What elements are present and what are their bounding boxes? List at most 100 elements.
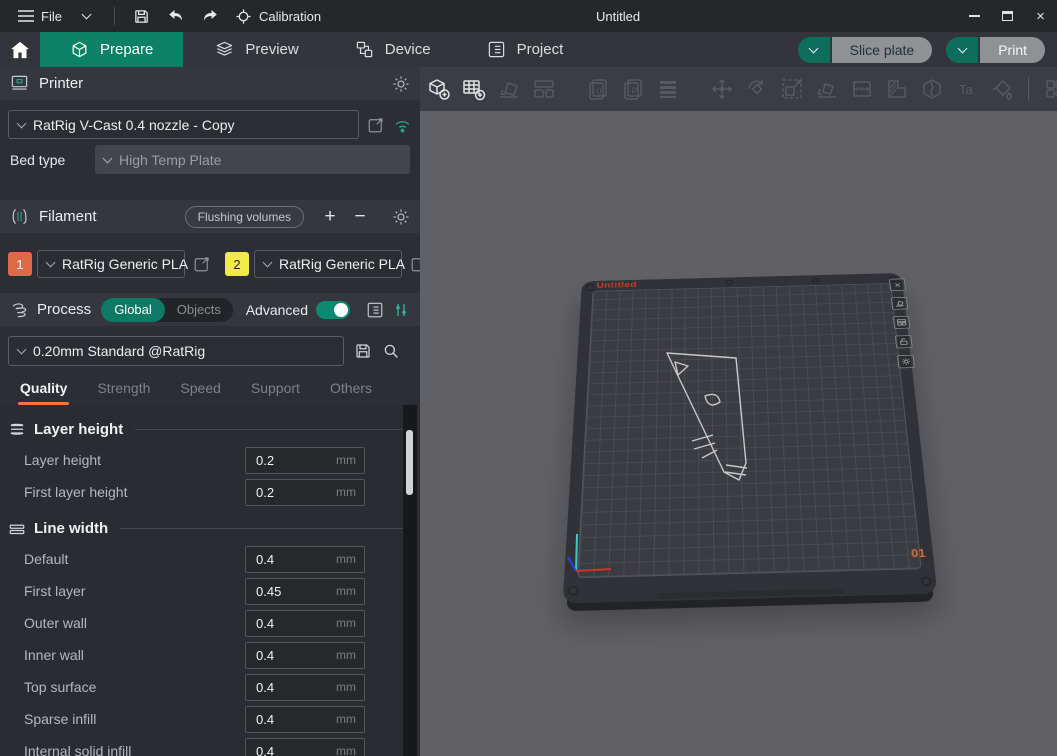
- param-input[interactable]: 0.2 mm: [245, 479, 365, 506]
- scope-objects-button[interactable]: Objects: [165, 302, 233, 317]
- scene-3d[interactable]: Untitled 01 ×: [420, 111, 1057, 756]
- paint-support-icon[interactable]: [884, 76, 910, 102]
- print-button[interactable]: Print: [980, 37, 1045, 63]
- save-button[interactable]: [125, 0, 159, 32]
- text-tool-icon[interactable]: Ta: [954, 76, 980, 102]
- arrange-icon[interactable]: [531, 76, 557, 102]
- add-object-icon[interactable]: [426, 76, 452, 102]
- param-input[interactable]: 0.2 mm: [245, 447, 365, 474]
- filament-2-select[interactable]: RatRig Generic PLA: [254, 250, 402, 278]
- lock-plate-icon[interactable]: [895, 335, 913, 348]
- home-button[interactable]: [0, 32, 40, 67]
- file-menu-button[interactable]: File: [10, 0, 70, 32]
- process-preset-select[interactable]: 0.20mm Standard @RatRig: [8, 336, 344, 366]
- edit-filament-1-icon[interactable]: [193, 255, 211, 273]
- settings-sidebar: Printer RatRig V-Cast 0.4 nozzle - Copy: [0, 67, 420, 756]
- close-button[interactable]: ×: [1024, 0, 1057, 32]
- params-scrollbar[interactable]: [403, 405, 417, 756]
- file-menu-dropdown[interactable]: [70, 0, 104, 32]
- param-input[interactable]: 0.4 mm: [245, 642, 365, 669]
- svg-text:Ta: Ta: [959, 82, 974, 97]
- build-plate-surface[interactable]: Untitled 01 ×: [563, 273, 938, 604]
- param-row: First layer height 0.2 mm: [0, 478, 420, 506]
- printer-settings-gear-icon[interactable]: [392, 75, 410, 93]
- calibration-label: Calibration: [259, 9, 321, 24]
- param-input[interactable]: 0.4 mm: [245, 674, 365, 701]
- slice-plate-button[interactable]: Slice plate: [832, 37, 933, 63]
- tab-others[interactable]: Others: [330, 380, 372, 405]
- tab-quality[interactable]: Quality: [20, 380, 67, 405]
- param-input[interactable]: 0.4 mm: [245, 706, 365, 733]
- auto-orient-icon[interactable]: [496, 76, 522, 102]
- param-unit: mm: [336, 712, 356, 726]
- tab-device[interactable]: Device: [331, 32, 455, 67]
- slice-dropdown-button[interactable]: [798, 37, 830, 63]
- print-dropdown-button[interactable]: [946, 37, 978, 63]
- filament-section-title: Filament: [39, 208, 97, 225]
- arrange-plate-icon[interactable]: [893, 316, 911, 329]
- edit-filament-2-icon[interactable]: [410, 255, 420, 273]
- scale-tool-icon[interactable]: [779, 76, 805, 102]
- filament-2-value: RatRig Generic PLA: [279, 256, 405, 272]
- split-to-parts-icon[interactable]: P: [620, 76, 646, 102]
- auto-orient-plate-icon[interactable]: [891, 297, 908, 310]
- param-unit: mm: [336, 584, 356, 598]
- svg-text:P: P: [632, 86, 638, 96]
- filament-1-select[interactable]: RatRig Generic PLA: [37, 250, 185, 278]
- minimize-button[interactable]: [958, 0, 991, 32]
- redo-button[interactable]: [193, 0, 227, 32]
- param-row: Inner wall 0.4 mm: [0, 641, 420, 669]
- split-to-objects-icon[interactable]: 0: [585, 76, 611, 102]
- tab-strength[interactable]: Strength: [97, 380, 150, 405]
- filament-1-swatch[interactable]: 1: [8, 252, 32, 276]
- filament-2-swatch[interactable]: 2: [225, 252, 249, 276]
- tab-prepare[interactable]: Prepare: [40, 32, 183, 67]
- tab-speed[interactable]: Speed: [180, 380, 220, 405]
- build-plate[interactable]: Untitled 01 ×: [563, 273, 938, 604]
- lay-on-face-icon[interactable]: [814, 76, 840, 102]
- color-paint-icon[interactable]: [989, 76, 1015, 102]
- cut-tool-icon[interactable]: [849, 76, 875, 102]
- tab-project[interactable]: Project: [463, 32, 588, 67]
- process-tabs: Quality Strength Speed Support Others: [0, 366, 420, 405]
- add-filament-button[interactable]: +: [320, 206, 340, 228]
- param-input[interactable]: 0.4 mm: [245, 738, 365, 756]
- plate-settings-icon[interactable]: [897, 355, 915, 369]
- edit-printer-icon[interactable]: [367, 116, 385, 134]
- param-input[interactable]: 0.4 mm: [245, 610, 365, 637]
- tab-support[interactable]: Support: [251, 380, 300, 405]
- search-icon[interactable]: [382, 342, 400, 360]
- param-input[interactable]: 0.4 mm: [245, 546, 365, 573]
- printer-preset-select[interactable]: RatRig V-Cast 0.4 nozzle - Copy: [8, 110, 359, 139]
- add-plate-icon[interactable]: [461, 76, 487, 102]
- chevron-down-icon: [17, 118, 27, 128]
- mesh-boolean-icon[interactable]: [919, 76, 945, 102]
- tune-icon[interactable]: [392, 301, 410, 319]
- tab-preview[interactable]: Preview: [191, 32, 322, 67]
- param-label: Inner wall: [0, 647, 245, 663]
- slice-plate-split-button: Slice plate: [798, 37, 933, 63]
- scope-global-button[interactable]: Global: [101, 298, 165, 322]
- calibration-button[interactable]: Calibration: [227, 0, 329, 32]
- variable-layer-height-icon[interactable]: [655, 76, 681, 102]
- home-icon: [10, 41, 30, 59]
- bed-type-value: High Temp Plate: [119, 152, 221, 168]
- maximize-button[interactable]: [991, 0, 1024, 32]
- save-preset-icon[interactable]: [354, 342, 372, 360]
- remove-filament-button[interactable]: −: [350, 206, 370, 228]
- filament-settings-gear-icon[interactable]: [392, 208, 410, 226]
- undo-button[interactable]: [159, 0, 193, 32]
- wifi-icon[interactable]: [393, 117, 412, 133]
- parameter-list-icon[interactable]: [366, 301, 384, 319]
- param-input[interactable]: 0.45 mm: [245, 578, 365, 605]
- rotate-tool-icon[interactable]: [744, 76, 770, 102]
- move-tool-icon[interactable]: [709, 76, 735, 102]
- bed-type-select[interactable]: High Temp Plate: [95, 145, 410, 174]
- param-label: Sparse infill: [0, 711, 245, 727]
- flushing-volumes-button[interactable]: Flushing volumes: [185, 206, 304, 228]
- group-divider-line: [135, 429, 410, 430]
- delete-plate-icon[interactable]: ×: [889, 279, 906, 291]
- advanced-toggle[interactable]: [316, 301, 350, 319]
- scrollbar-thumb[interactable]: [406, 430, 413, 495]
- assembly-view-icon[interactable]: [1042, 76, 1057, 102]
